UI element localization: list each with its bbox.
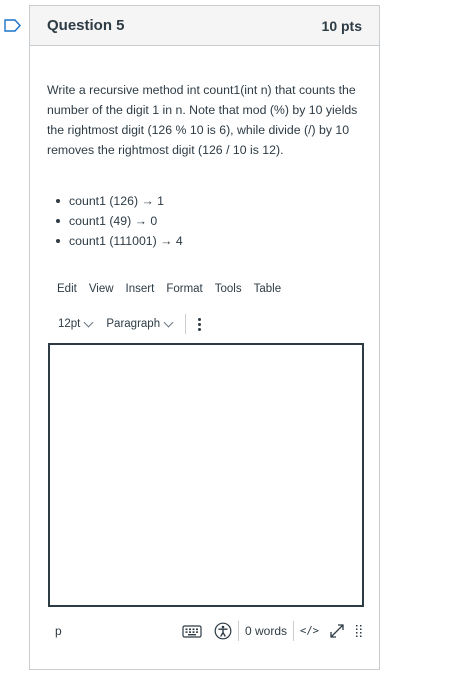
more-vertical-icon[interactable] [192, 317, 206, 331]
question-prompt: Write a recursive method int count1(int … [47, 80, 367, 160]
statusbar-tools: 0 words </> [182, 618, 363, 644]
resize-handle-icon[interactable] [355, 623, 363, 639]
list-item: count1 (111001) → 4 [47, 231, 183, 251]
statusbar-divider [238, 621, 239, 641]
question-card: Question 5 10 pts Write a recursive meth… [29, 5, 380, 670]
editor-menubar: Edit View Insert Format Tools Table [51, 283, 287, 295]
block-format-value: Paragraph [106, 318, 161, 330]
chevron-down-icon [83, 317, 94, 327]
accessibility-icon[interactable] [214, 622, 232, 640]
examples-list: count1 (126) → 1 count1 (49) → 0 count1 … [47, 191, 183, 251]
menu-view[interactable]: View [83, 283, 120, 295]
rich-text-editor[interactable] [48, 343, 364, 607]
list-item: count1 (49) → 0 [47, 211, 183, 231]
menu-tools[interactable]: Tools [209, 283, 248, 295]
menu-table[interactable]: Table [248, 283, 288, 295]
question-points: 10 pts [321, 17, 362, 34]
font-size-select[interactable]: 12pt [51, 317, 99, 330]
question-header: Question 5 10 pts [30, 6, 379, 46]
question-title: Question 5 [47, 17, 125, 34]
fullscreen-icon[interactable] [329, 623, 345, 639]
menu-edit[interactable]: Edit [51, 283, 83, 295]
editor-statusbar: p 0 words </> [47, 618, 363, 644]
editor-toolbar: 12pt Paragraph [51, 312, 206, 336]
word-count[interactable]: 0 words [245, 624, 287, 638]
flag-icon[interactable] [4, 19, 21, 32]
element-path[interactable]: p [55, 624, 62, 638]
question-prompt-text: Write a recursive method int count1(int … [47, 83, 358, 157]
menu-format[interactable]: Format [160, 283, 208, 295]
list-item: count1 (126) → 1 [47, 191, 183, 211]
chevron-down-icon [163, 317, 174, 327]
toolbar-divider [185, 314, 187, 334]
font-size-value: 12pt [58, 318, 81, 330]
html-editor-toggle[interactable]: </> [300, 625, 319, 637]
statusbar-divider [293, 621, 295, 641]
keyboard-icon[interactable] [182, 624, 202, 638]
block-format-select[interactable]: Paragraph [99, 317, 179, 330]
menu-insert[interactable]: Insert [120, 283, 161, 295]
